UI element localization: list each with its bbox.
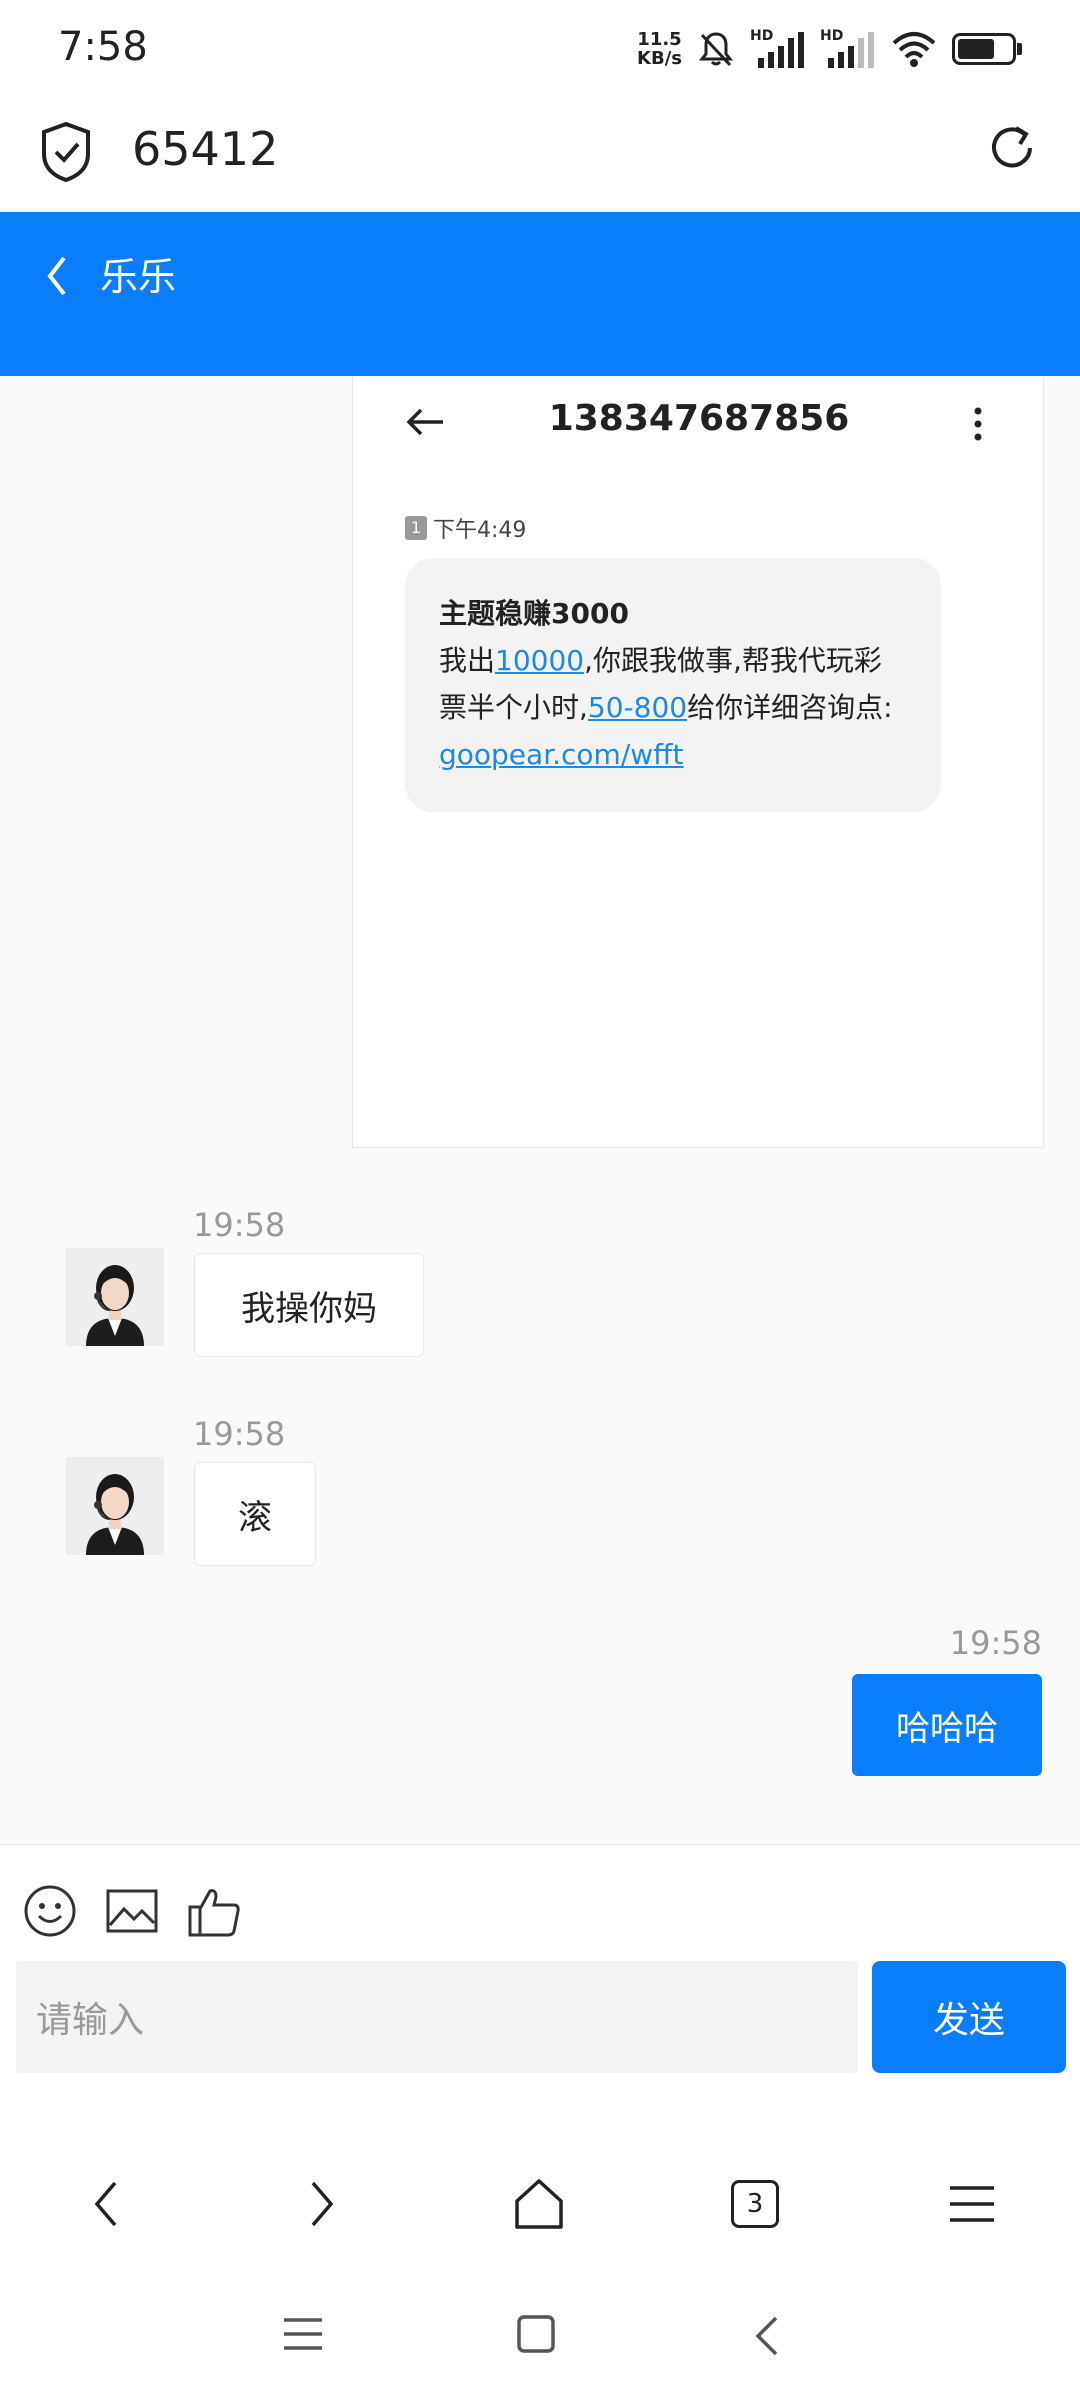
status-bar: 7:58 11.5 KB/s HD HD: [0, 0, 1080, 96]
signal-icon: HD: [750, 28, 806, 70]
home-icon[interactable]: [509, 2174, 569, 2234]
recent-apps-icon[interactable]: [282, 2314, 324, 2354]
message-input[interactable]: 请输入: [16, 1961, 858, 2073]
reload-icon[interactable]: [982, 118, 1042, 178]
nav-back-icon[interactable]: [76, 2174, 136, 2234]
system-back-icon[interactable]: [752, 2314, 782, 2358]
sms-bubble: 主题稳赚3000 我出10000,你跟我做事,帮我代玩彩票半个小时,50-800…: [405, 558, 941, 812]
sms-time: 下午4:49: [433, 518, 527, 543]
menu-icon[interactable]: [942, 2174, 1002, 2234]
signal-icon: HD: [820, 28, 876, 70]
status-time: 7:58: [58, 24, 148, 70]
system-home-icon[interactable]: [516, 2314, 556, 2354]
message-time: 19:58: [193, 1415, 286, 1453]
message-time: 19:58: [949, 1624, 1042, 1662]
emoji-icon[interactable]: [22, 1883, 78, 1939]
avatar[interactable]: [66, 1248, 164, 1346]
avatar[interactable]: [66, 1457, 164, 1555]
chat-header: 乐乐: [0, 212, 1080, 376]
network-speed: 11.5 KB/s: [637, 29, 682, 69]
thumbs-up-icon[interactable]: [186, 1883, 242, 1939]
status-icons: 11.5 KB/s HD HD: [637, 26, 1022, 72]
url-text[interactable]: 65412: [132, 122, 278, 176]
send-button[interactable]: 发送: [872, 1961, 1066, 2073]
bell-muted-icon: [698, 32, 734, 67]
wifi-icon: [892, 32, 936, 67]
sms-phone-number: 138347687856: [548, 398, 850, 439]
shield-check-icon[interactable]: [38, 120, 94, 184]
chat-title: 乐乐: [100, 255, 177, 299]
sms-link: 10000: [495, 644, 585, 677]
sms-link: 50-800: [587, 691, 688, 724]
message-bubble-incoming[interactable]: 我操你妈: [194, 1253, 424, 1357]
image-icon[interactable]: [104, 1883, 160, 1939]
more-vertical-icon: [974, 407, 982, 441]
message-list: 138347687856 1 下午4:49 主题稳赚3000 我出10000,你…: [0, 376, 1080, 1844]
tab-count: 3: [746, 2189, 764, 2219]
sms-meta: 1 下午4:49: [405, 512, 526, 544]
message-bubble-incoming[interactable]: 滚: [194, 1462, 316, 1566]
sms-url: goopear.com/wfft: [439, 738, 684, 771]
message-bubble-outgoing[interactable]: 哈哈哈: [852, 1674, 1042, 1776]
system-nav-bar: [0, 2274, 1080, 2400]
sms-body: 我出10000,你跟我做事,帮我代玩彩票半个小时,50-800给你详细咨询点: …: [439, 644, 893, 771]
back-chevron-icon[interactable]: [42, 252, 72, 300]
screenshot-image-message[interactable]: 138347687856 1 下午4:49 主题稳赚3000 我出10000,你…: [352, 376, 1044, 1148]
sms-title: 主题稳赚3000: [439, 597, 629, 630]
message-composer: 请输入 发送: [0, 1844, 1080, 2134]
message-time: 19:58: [193, 1206, 286, 1244]
browser-url-bar: 65412: [0, 96, 1080, 212]
sim-badge: 1: [405, 516, 427, 540]
nav-forward-icon[interactable]: [292, 2174, 352, 2234]
tabs-icon[interactable]: 3: [725, 2174, 785, 2234]
battery-icon: [952, 33, 1022, 65]
browser-nav-bar: 3: [0, 2134, 1080, 2274]
